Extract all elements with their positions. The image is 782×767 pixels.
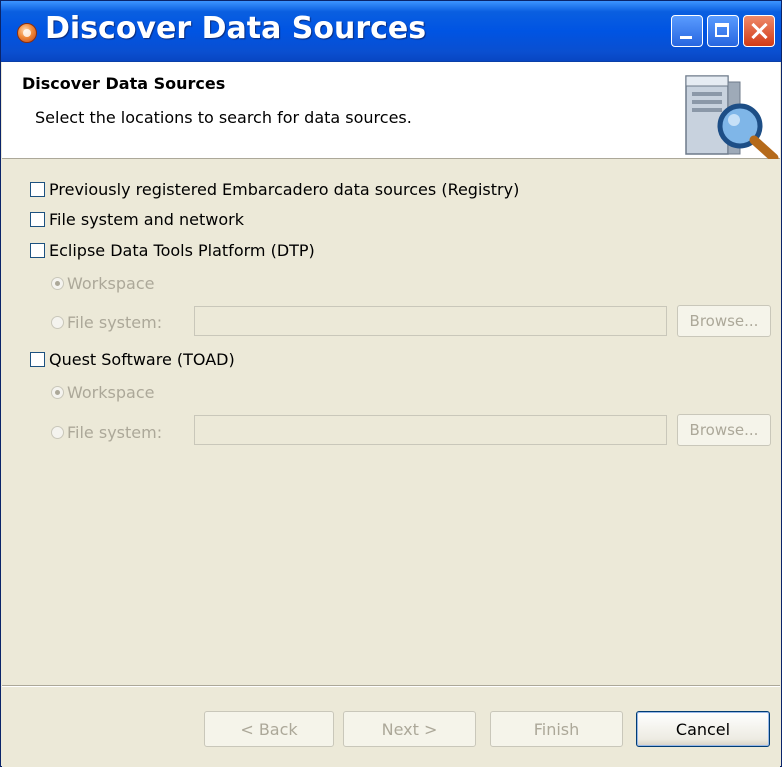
toad-checkbox[interactable] [30,351,45,367]
close-button[interactable] [743,15,775,47]
dtp-filesystem-label: File system: [67,312,163,332]
wizard-content: Previously registered Embarcadero data s… [2,159,780,684]
minimize-button[interactable] [671,15,703,47]
dtp-filesystem-radio[interactable]: File system: [51,311,162,333]
header-title: Discover Data Sources [22,74,226,93]
dtp-workspace-radio[interactable]: Workspace [51,272,154,294]
filesystem-option[interactable]: File system and network [30,208,244,230]
toad-filesystem-radio-button[interactable] [51,425,64,439]
maximize-button[interactable] [707,15,739,47]
registry-option[interactable]: Previously registered Embarcadero data s… [30,178,519,200]
dtp-label: Eclipse Data Tools Platform (DTP) [49,240,315,260]
title-bar[interactable]: Discover Data Sources [1,1,781,62]
cancel-button[interactable]: Cancel [636,711,770,747]
toad-workspace-radio[interactable]: Workspace [51,381,154,403]
server-search-icon [685,75,779,160]
next-button[interactable]: Next > [343,711,476,747]
dtp-browse-button[interactable]: Browse... [677,305,771,337]
dtp-path-input[interactable] [194,306,667,336]
app-icon [17,23,37,43]
toad-path-input[interactable] [194,415,667,445]
dtp-workspace-radio-button[interactable] [51,276,64,290]
header-description: Select the locations to search for data … [35,108,412,127]
toad-browse-button[interactable]: Browse... [677,414,771,446]
toad-option[interactable]: Quest Software (TOAD) [30,348,235,370]
toad-workspace-label: Workspace [67,382,155,402]
registry-label: Previously registered Embarcadero data s… [49,179,520,199]
finish-button[interactable]: Finish [490,711,623,747]
toad-filesystem-radio[interactable]: File system: [51,421,162,443]
dtp-option[interactable]: Eclipse Data Tools Platform (DTP) [30,239,315,261]
dtp-checkbox[interactable] [30,242,45,258]
filesystem-label: File system and network [49,209,244,229]
registry-checkbox[interactable] [30,181,45,197]
dialog-window: Discover Data Sources Discover Data Sour… [0,0,782,767]
toad-workspace-radio-button[interactable] [51,385,64,399]
dtp-filesystem-radio-button[interactable] [51,315,64,329]
wizard-header: Discover Data Sources Select the locatio… [2,62,780,160]
filesystem-checkbox[interactable] [30,211,45,227]
window-title: Discover Data Sources [45,11,427,46]
toad-filesystem-label: File system: [67,422,163,442]
dtp-workspace-label: Workspace [67,273,155,293]
back-button[interactable]: < Back [204,711,334,747]
toad-label: Quest Software (TOAD) [49,349,235,369]
wizard-footer: < Back Next > Finish Cancel [2,685,780,767]
